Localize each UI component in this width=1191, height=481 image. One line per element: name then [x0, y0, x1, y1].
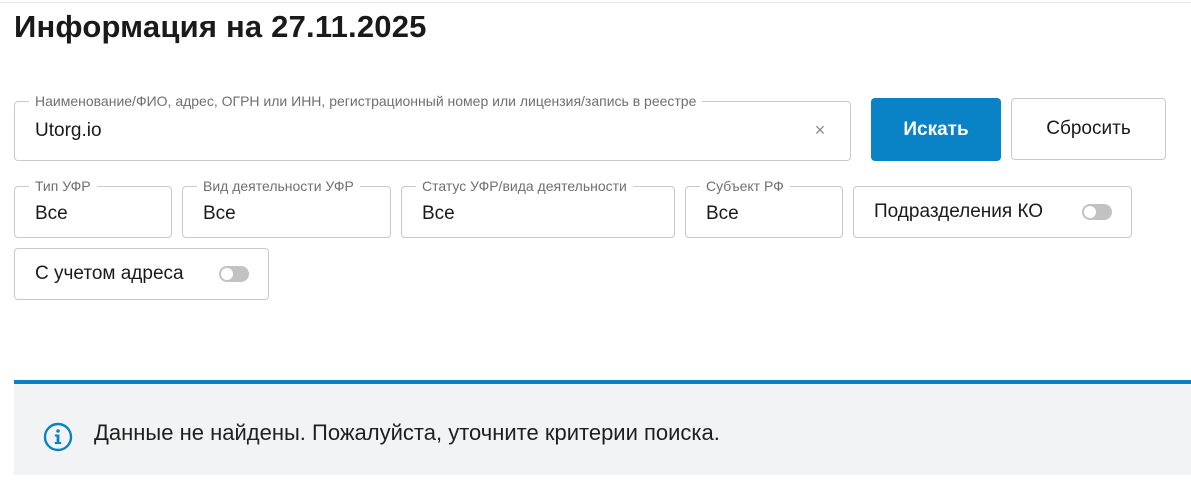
filter-status-value[interactable]: Все [422, 203, 455, 225]
address-toggle[interactable] [219, 266, 249, 282]
toggle-knob [1084, 206, 1096, 218]
address-toggle-box[interactable]: С учетом адреса [14, 248, 269, 300]
filter-region-label: Субъект РФ [700, 178, 790, 194]
filter-activity-type-label: Вид деятельности УФР [197, 178, 360, 194]
top-divider [0, 2, 1191, 3]
info-icon [43, 422, 73, 452]
page-title: Информация на 27.11.2025 [14, 9, 427, 44]
filter-region-value[interactable]: Все [706, 203, 739, 225]
filter-ufr-type[interactable]: Тип УФР Все [14, 178, 172, 238]
filter-ufr-type-label: Тип УФР [29, 178, 97, 194]
reset-button[interactable]: Сбросить [1011, 98, 1166, 160]
filter-ufr-type-value[interactable]: Все [35, 203, 68, 225]
search-button[interactable]: Искать [871, 98, 1001, 161]
search-input[interactable]: Utorg.io [35, 120, 102, 142]
filter-activity-type[interactable]: Вид деятельности УФР Все [182, 178, 391, 238]
branches-toggle-box[interactable]: Подразделения КО [853, 186, 1132, 238]
branches-toggle[interactable] [1082, 204, 1112, 220]
filter-status-label: Статус УФР/вида деятельности [416, 178, 633, 194]
filter-region[interactable]: Субъект РФ Все [685, 178, 843, 238]
no-results-notice: Данные не найдены. Пожалуйста, уточните … [14, 384, 1191, 475]
clear-icon[interactable]: × [810, 120, 830, 140]
search-field[interactable]: Наименование/ФИО, адрес, ОГРН или ИНН, р… [14, 93, 851, 161]
address-toggle-label: С учетом адреса [35, 263, 184, 284]
toggle-knob [221, 268, 233, 280]
branches-toggle-label: Подразделения КО [874, 201, 1044, 222]
search-field-label: Наименование/ФИО, адрес, ОГРН или ИНН, р… [29, 93, 703, 109]
notice-text: Данные не найдены. Пожалуйста, уточните … [94, 420, 720, 445]
filter-activity-type-value[interactable]: Все [203, 203, 236, 225]
filter-status[interactable]: Статус УФР/вида деятельности Все [401, 178, 675, 238]
